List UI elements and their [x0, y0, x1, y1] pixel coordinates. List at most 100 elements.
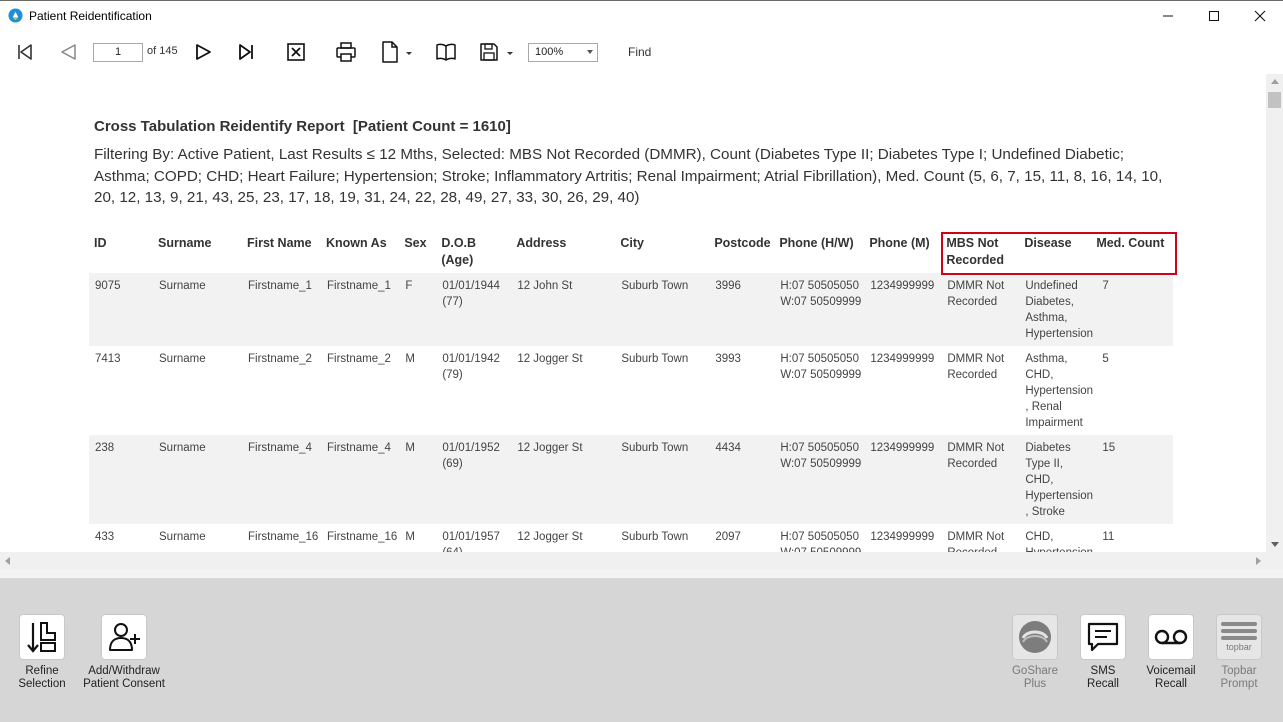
refine-selection-button[interactable]: Refine Selection [0, 614, 87, 691]
last-page-button[interactable] [234, 40, 258, 64]
column-header-disease[interactable]: Disease [1019, 231, 1097, 273]
zoom-select[interactable]: 100% [528, 43, 598, 62]
cell-disease: Asthma, CHD, Hypertension , Renal Impairment [1019, 346, 1097, 435]
table-row[interactable]: 238 Surname Firstname_4 Firstname_4 M 01/01/1… [89, 435, 1174, 524]
column-header-known-as[interactable]: Known As [321, 231, 400, 273]
cell-phone-m: 1234999999 [864, 524, 942, 554]
cell-sex: M [399, 346, 437, 435]
print-button[interactable] [334, 40, 358, 64]
save-icon [480, 43, 498, 61]
close-button[interactable] [1237, 1, 1283, 31]
chevron-down-icon [587, 50, 593, 54]
cell-disease: Diabetes Type II, CHD, Hypertension , Strok… [1019, 435, 1097, 524]
report-toolbar: 1 of 145 100% Find [0, 30, 1283, 74]
page-setup-button[interactable] [378, 40, 402, 64]
page-number-input[interactable]: 1 [93, 43, 143, 62]
column-header-mbs[interactable]: MBS Not Recorded [941, 231, 1020, 273]
scroll-up-icon[interactable] [1271, 79, 1279, 84]
patient-phone-m: 1234999999 [870, 442, 935, 454]
scroll-right-icon[interactable] [1256, 557, 1261, 565]
maximize-button[interactable] [1191, 1, 1237, 31]
book-view-button[interactable] [434, 40, 458, 64]
cell-known-as: Firstname_4 [321, 435, 400, 524]
patient-first-name: Firstname_2 [248, 353, 312, 365]
patient-age: (69) [442, 458, 463, 470]
chevron-down-icon [507, 52, 513, 55]
minimize-button[interactable] [1145, 1, 1191, 31]
minimize-icon [1163, 15, 1173, 17]
cell-postcode: 3996 [709, 273, 775, 346]
column-header-dob[interactable]: D.O.B (Age) [436, 231, 512, 273]
save-button[interactable] [477, 40, 501, 64]
column-header-med-count[interactable]: Med. Count [1096, 231, 1174, 273]
stop-button[interactable] [284, 40, 308, 64]
stop-icon [287, 43, 305, 61]
cell-city: Suburb Town [615, 435, 710, 524]
table-row[interactable]: 7413 Surname Firstname_2 Firstname_2 M 01/01/… [89, 346, 1174, 435]
cell-postcode: 2097 [709, 524, 775, 554]
scroll-down-icon[interactable] [1271, 542, 1279, 547]
cell-id: 7413 [89, 346, 153, 435]
column-header-sex[interactable]: Sex [399, 231, 437, 273]
find-link[interactable]: Find [628, 45, 651, 59]
vertical-scrollbar[interactable] [1266, 74, 1283, 552]
cell-phone-hw: H:07 50505050 W:07 50509999 [774, 273, 865, 346]
disease-line: CHD, [1025, 369, 1054, 381]
patient-id: 433 [95, 531, 115, 543]
cell-phone-hw: H:07 50505050 W:07 50509999 [774, 435, 865, 524]
cell-postcode: 4434 [709, 435, 775, 524]
zoom-value: 100% [535, 46, 564, 58]
patient-age: (79) [442, 369, 463, 381]
table-row[interactable]: 433 Surname Firstname_16 Firstname_16 M 01/01… [89, 524, 1174, 554]
cell-first-name: Firstname_1 [242, 273, 321, 346]
patient-dob: 01/01/1944 [442, 280, 500, 292]
cell-phone-hw: H:07 50505050 W:07 50509999 [774, 524, 865, 554]
patient-mbs-line1: DMMR Not [947, 353, 1005, 365]
cell-city: Suburb Town [615, 524, 710, 554]
disease-line: Diabetes [1025, 442, 1071, 454]
horizontal-scrollbar[interactable] [0, 552, 1266, 569]
consent-button[interactable]: Add/Withdraw Patient Consent [79, 614, 169, 691]
cell-first-name: Firstname_16 [242, 524, 321, 554]
cell-disease: Undefined Diabetes, Asthma, Hypertension [1019, 273, 1097, 346]
cell-med-count: 11 [1096, 524, 1174, 554]
patient-phone-w: W:07 50509999 [780, 296, 862, 308]
voicemail-icon [1148, 614, 1194, 660]
patient-med-count: 15 [1102, 442, 1116, 454]
column-header-first-name[interactable]: First Name [242, 231, 321, 273]
cell-first-name: Firstname_2 [242, 346, 321, 435]
first-page-button[interactable] [13, 40, 37, 64]
scroll-left-icon[interactable] [5, 557, 10, 565]
patient-mbs-line2: Recorded [947, 458, 998, 470]
column-header-phone-hw[interactable]: Phone (H/W) [774, 231, 865, 273]
disease-line: Undefined [1025, 280, 1078, 292]
cell-disease: CHD, Hypertension [1019, 524, 1097, 554]
disease-line: , Renal [1025, 401, 1062, 413]
topbar-prompt-button[interactable]: topbar Topbar Prompt [1194, 614, 1283, 691]
disease-line: Hypertension [1025, 328, 1094, 340]
patient-id: 238 [95, 442, 115, 454]
previous-page-button[interactable] [56, 40, 80, 64]
previous-page-icon [61, 44, 76, 60]
patient-phone-h: H:07 50505050 [780, 442, 859, 454]
column-header-city[interactable]: City [615, 231, 710, 273]
patient-age: (77) [442, 296, 463, 308]
column-header-postcode[interactable]: Postcode [709, 231, 775, 273]
patient-known-as: Firstname_2 [327, 353, 391, 365]
next-page-button[interactable] [191, 40, 215, 64]
patient-phone-w: W:07 50509999 [780, 458, 862, 470]
topbar-logo-text: topbar [1226, 642, 1252, 652]
column-header-id[interactable]: ID [89, 231, 153, 273]
table-row[interactable]: 9075 Surname Firstname_1 Firstname_1 F 01/01/… [89, 273, 1174, 346]
header-mbs-line2: Recorded [946, 253, 1004, 267]
column-header-surname[interactable]: Surname [153, 231, 242, 273]
patient-first-name: Firstname_4 [248, 442, 312, 454]
header-age-label: (Age) [441, 253, 474, 267]
window-title: Patient Reidentification [29, 9, 152, 23]
patient-dob: 01/01/1952 [442, 442, 500, 454]
cell-surname: Surname [153, 524, 242, 554]
sms-icon [1080, 614, 1126, 660]
column-header-phone-m[interactable]: Phone (M) [864, 231, 942, 273]
column-header-address[interactable]: Address [511, 231, 616, 273]
vertical-scroll-thumb[interactable] [1268, 92, 1281, 108]
